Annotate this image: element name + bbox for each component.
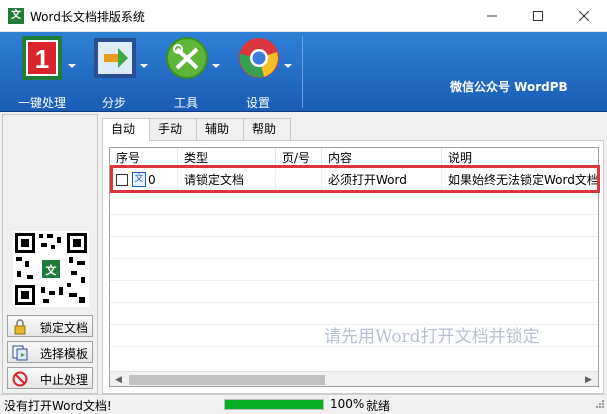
left-panel: 文 锁定文档 选择模板 中止处理 (2, 114, 98, 394)
resize-grip-icon[interactable] (595, 399, 605, 409)
toolbar-tools-button[interactable]: 工具 (158, 36, 220, 110)
column-header-type[interactable]: 类型 (178, 148, 276, 168)
select-template-label: 选择模板 (40, 347, 89, 361)
toolbar-divider (302, 36, 303, 108)
step-dropdown-icon[interactable] (140, 64, 148, 68)
toolbar-settings-button[interactable]: 设置 (230, 36, 292, 110)
one-icon: 1 (22, 36, 62, 80)
status-message: 没有打开Word文档! (4, 399, 112, 413)
row-page-cell (276, 169, 322, 191)
row-divider (110, 258, 598, 259)
toolbar-label: 设置 (245, 96, 270, 110)
table-row[interactable]: 文 0 请锁定文档 必须打开Word 如果始终无法锁定Word文档 (110, 169, 599, 191)
status-bar: 没有打开Word文档! 100% 就绪 (0, 394, 607, 413)
progress-text: 100% (330, 397, 365, 411)
column-header-note[interactable]: 说明 (442, 148, 598, 168)
row-index: 0 (148, 173, 156, 187)
tools-icon (166, 37, 208, 79)
row-divider (110, 280, 598, 281)
tab-help[interactable]: 帮助 (243, 118, 291, 140)
row-divider (110, 192, 598, 193)
lock-document-button[interactable]: 锁定文档 (7, 315, 93, 337)
list-header: 序号 类型 页/号 内容 说明 (110, 148, 598, 168)
select-template-button[interactable]: 选择模板 (7, 341, 93, 363)
lock-document-label: 锁定文档 (40, 321, 89, 335)
template-icon (12, 345, 28, 361)
minimize-icon (487, 15, 497, 17)
row-content-cell: 必须打开Word (322, 169, 442, 191)
qr-code-icon: 文 (13, 231, 89, 307)
scroll-left-icon[interactable]: ◀ (110, 372, 127, 386)
scroll-right-icon[interactable]: ▶ (580, 372, 597, 386)
toolbar-label: 一键处理 (17, 96, 66, 110)
toolbar-one-click-button[interactable]: 1 一键处理 (14, 36, 76, 110)
main-area: 自动 手动 辅助 帮助 序号 类型 页/号 内容 说明 文 0 请锁定文档 必须… (102, 114, 607, 394)
row-type-cell: 请锁定文档 (178, 169, 276, 191)
row-divider (110, 236, 598, 237)
column-header-index[interactable]: 序号 (110, 148, 178, 168)
close-icon (578, 10, 590, 22)
title-bar: 文 Word长文档排版系统 (0, 0, 607, 32)
row-note-cell: 如果始终无法锁定Word文档 (448, 173, 599, 187)
window-title: Word长文档排版系统 (30, 10, 145, 24)
task-list[interactable]: 序号 类型 页/号 内容 说明 文 0 请锁定文档 必须打开Word 如果始终无… (109, 147, 599, 387)
word-doc-icon: 文 (132, 172, 146, 187)
tab-manual[interactable]: 手动 (149, 118, 197, 140)
tab-assist[interactable]: 辅助 (196, 118, 244, 140)
column-header-page[interactable]: 页/号 (276, 148, 322, 168)
stop-icon (12, 371, 28, 387)
toolbar-step-button[interactable]: 分步 (86, 36, 148, 110)
tab-panel-auto: 序号 类型 页/号 内容 说明 文 0 请锁定文档 必须打开Word 如果始终无… (102, 140, 604, 394)
tab-auto[interactable]: 自动 (102, 118, 150, 141)
maximize-button[interactable] (515, 0, 561, 32)
main-toolbar: 1 一键处理 分步 工具 设置 微信公众号 WordPB (0, 32, 607, 112)
column-header-content[interactable]: 内容 (322, 148, 442, 168)
scroll-thumb[interactable] (129, 375, 325, 385)
svg-text:1: 1 (35, 44, 49, 74)
row-divider (110, 214, 598, 215)
minimize-button[interactable] (469, 0, 515, 32)
horizontal-scrollbar[interactable]: ◀ ▶ (110, 371, 598, 386)
svg-text:文: 文 (46, 263, 58, 277)
row-index-cell: 文 0 (110, 169, 178, 191)
stop-processing-button[interactable]: 中止处理 (7, 367, 93, 389)
settings-dropdown-icon[interactable] (284, 64, 292, 68)
stop-processing-label: 中止处理 (40, 373, 89, 387)
status-state: 就绪 (366, 399, 391, 413)
progress-fill (225, 400, 323, 409)
brand-text: 微信公众号 WordPB (450, 80, 568, 94)
app-icon: 文 (8, 8, 24, 24)
toolbar-label: 工具 (173, 96, 198, 110)
tools-dropdown-icon[interactable] (212, 64, 220, 68)
row-divider (110, 302, 598, 303)
progress-bar (224, 399, 324, 410)
maximize-icon (533, 11, 543, 21)
close-button[interactable] (561, 0, 607, 32)
list-watermark: 请先用Word打开文档并锁定 (324, 327, 540, 347)
settings-globe-icon (239, 38, 279, 78)
lock-icon (14, 319, 26, 335)
row-checkbox[interactable] (116, 174, 128, 186)
toolbar-label: 分步 (101, 96, 126, 110)
step-arrow-icon (94, 38, 136, 78)
one-click-dropdown-icon[interactable] (68, 64, 76, 68)
